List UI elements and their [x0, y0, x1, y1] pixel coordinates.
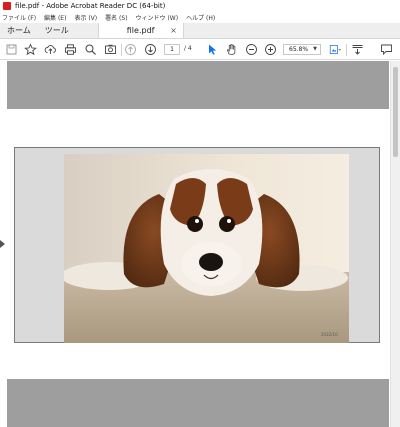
toolbar-separator [121, 44, 122, 56]
tab-tools[interactable]: ツール [38, 23, 76, 38]
tab-bar: ホーム ツール file.pdf × [0, 23, 400, 39]
scroll-mode-icon[interactable] [351, 43, 364, 56]
menu-view[interactable]: 表示 (V) [74, 13, 97, 22]
chevron-down-icon: ▼ [313, 46, 317, 52]
title-bar: file.pdf - Adobe Acrobat Reader DC (64-b… [0, 0, 400, 12]
zoom-in-icon[interactable] [264, 43, 277, 56]
photo-caption: 2022/10 [321, 332, 338, 337]
window-title: file.pdf - Adobe Acrobat Reader DC (64-b… [15, 2, 166, 10]
comment-icon[interactable] [380, 43, 393, 56]
page-up-icon[interactable] [124, 43, 137, 56]
panel-toggle-icon[interactable] [0, 240, 5, 248]
zoom-out-icon[interactable] [245, 43, 258, 56]
select-cursor-icon[interactable] [206, 43, 219, 56]
tab-home[interactable]: ホーム [0, 23, 38, 38]
zoom-level-select[interactable]: 65.8% ▼ [283, 44, 321, 55]
tab-document-label: file.pdf [126, 26, 155, 35]
save-icon[interactable] [5, 43, 18, 56]
menu-window[interactable]: ウィンドウ (W) [136, 13, 179, 22]
tab-document[interactable]: file.pdf × [97, 23, 184, 38]
page-total-label: / 4 [184, 45, 192, 52]
acrobat-app-icon [3, 2, 11, 10]
star-icon[interactable] [24, 43, 37, 56]
menu-bar: ファイル (F) 編集 (E) 表示 (V) 署名 (S) ウィンドウ (W) … [0, 12, 400, 23]
zoom-level-value: 65.8% [289, 46, 309, 53]
print-icon[interactable] [64, 43, 77, 56]
close-icon[interactable]: × [170, 26, 177, 35]
menu-edit[interactable]: 編集 (E) [44, 13, 66, 22]
hand-icon[interactable] [225, 43, 238, 56]
tools-icon[interactable] [327, 43, 343, 56]
scrollbar-thumb[interactable] [393, 67, 398, 157]
toolbar: 1 / 4 65.8% ▼ [0, 40, 400, 60]
document-viewer[interactable]: 2022/10 [0, 61, 390, 427]
page-number-input[interactable]: 1 [164, 44, 180, 55]
menu-help[interactable]: ヘルプ (H) [186, 13, 215, 22]
page-down-icon[interactable] [144, 43, 157, 56]
toolbar-separator [346, 44, 347, 56]
dog-photo: 2022/10 [64, 154, 349, 343]
page-gray-band-top [7, 61, 389, 109]
vertical-scrollbar[interactable] [390, 61, 400, 427]
menu-sign[interactable]: 署名 (S) [105, 13, 127, 22]
photo-frame: 2022/10 [14, 147, 380, 343]
upload-icon[interactable] [44, 43, 57, 56]
page-gray-band-bottom [7, 379, 389, 427]
snapshot-icon[interactable] [104, 43, 117, 56]
menu-file[interactable]: ファイル (F) [2, 13, 36, 22]
search-icon[interactable] [84, 43, 97, 56]
